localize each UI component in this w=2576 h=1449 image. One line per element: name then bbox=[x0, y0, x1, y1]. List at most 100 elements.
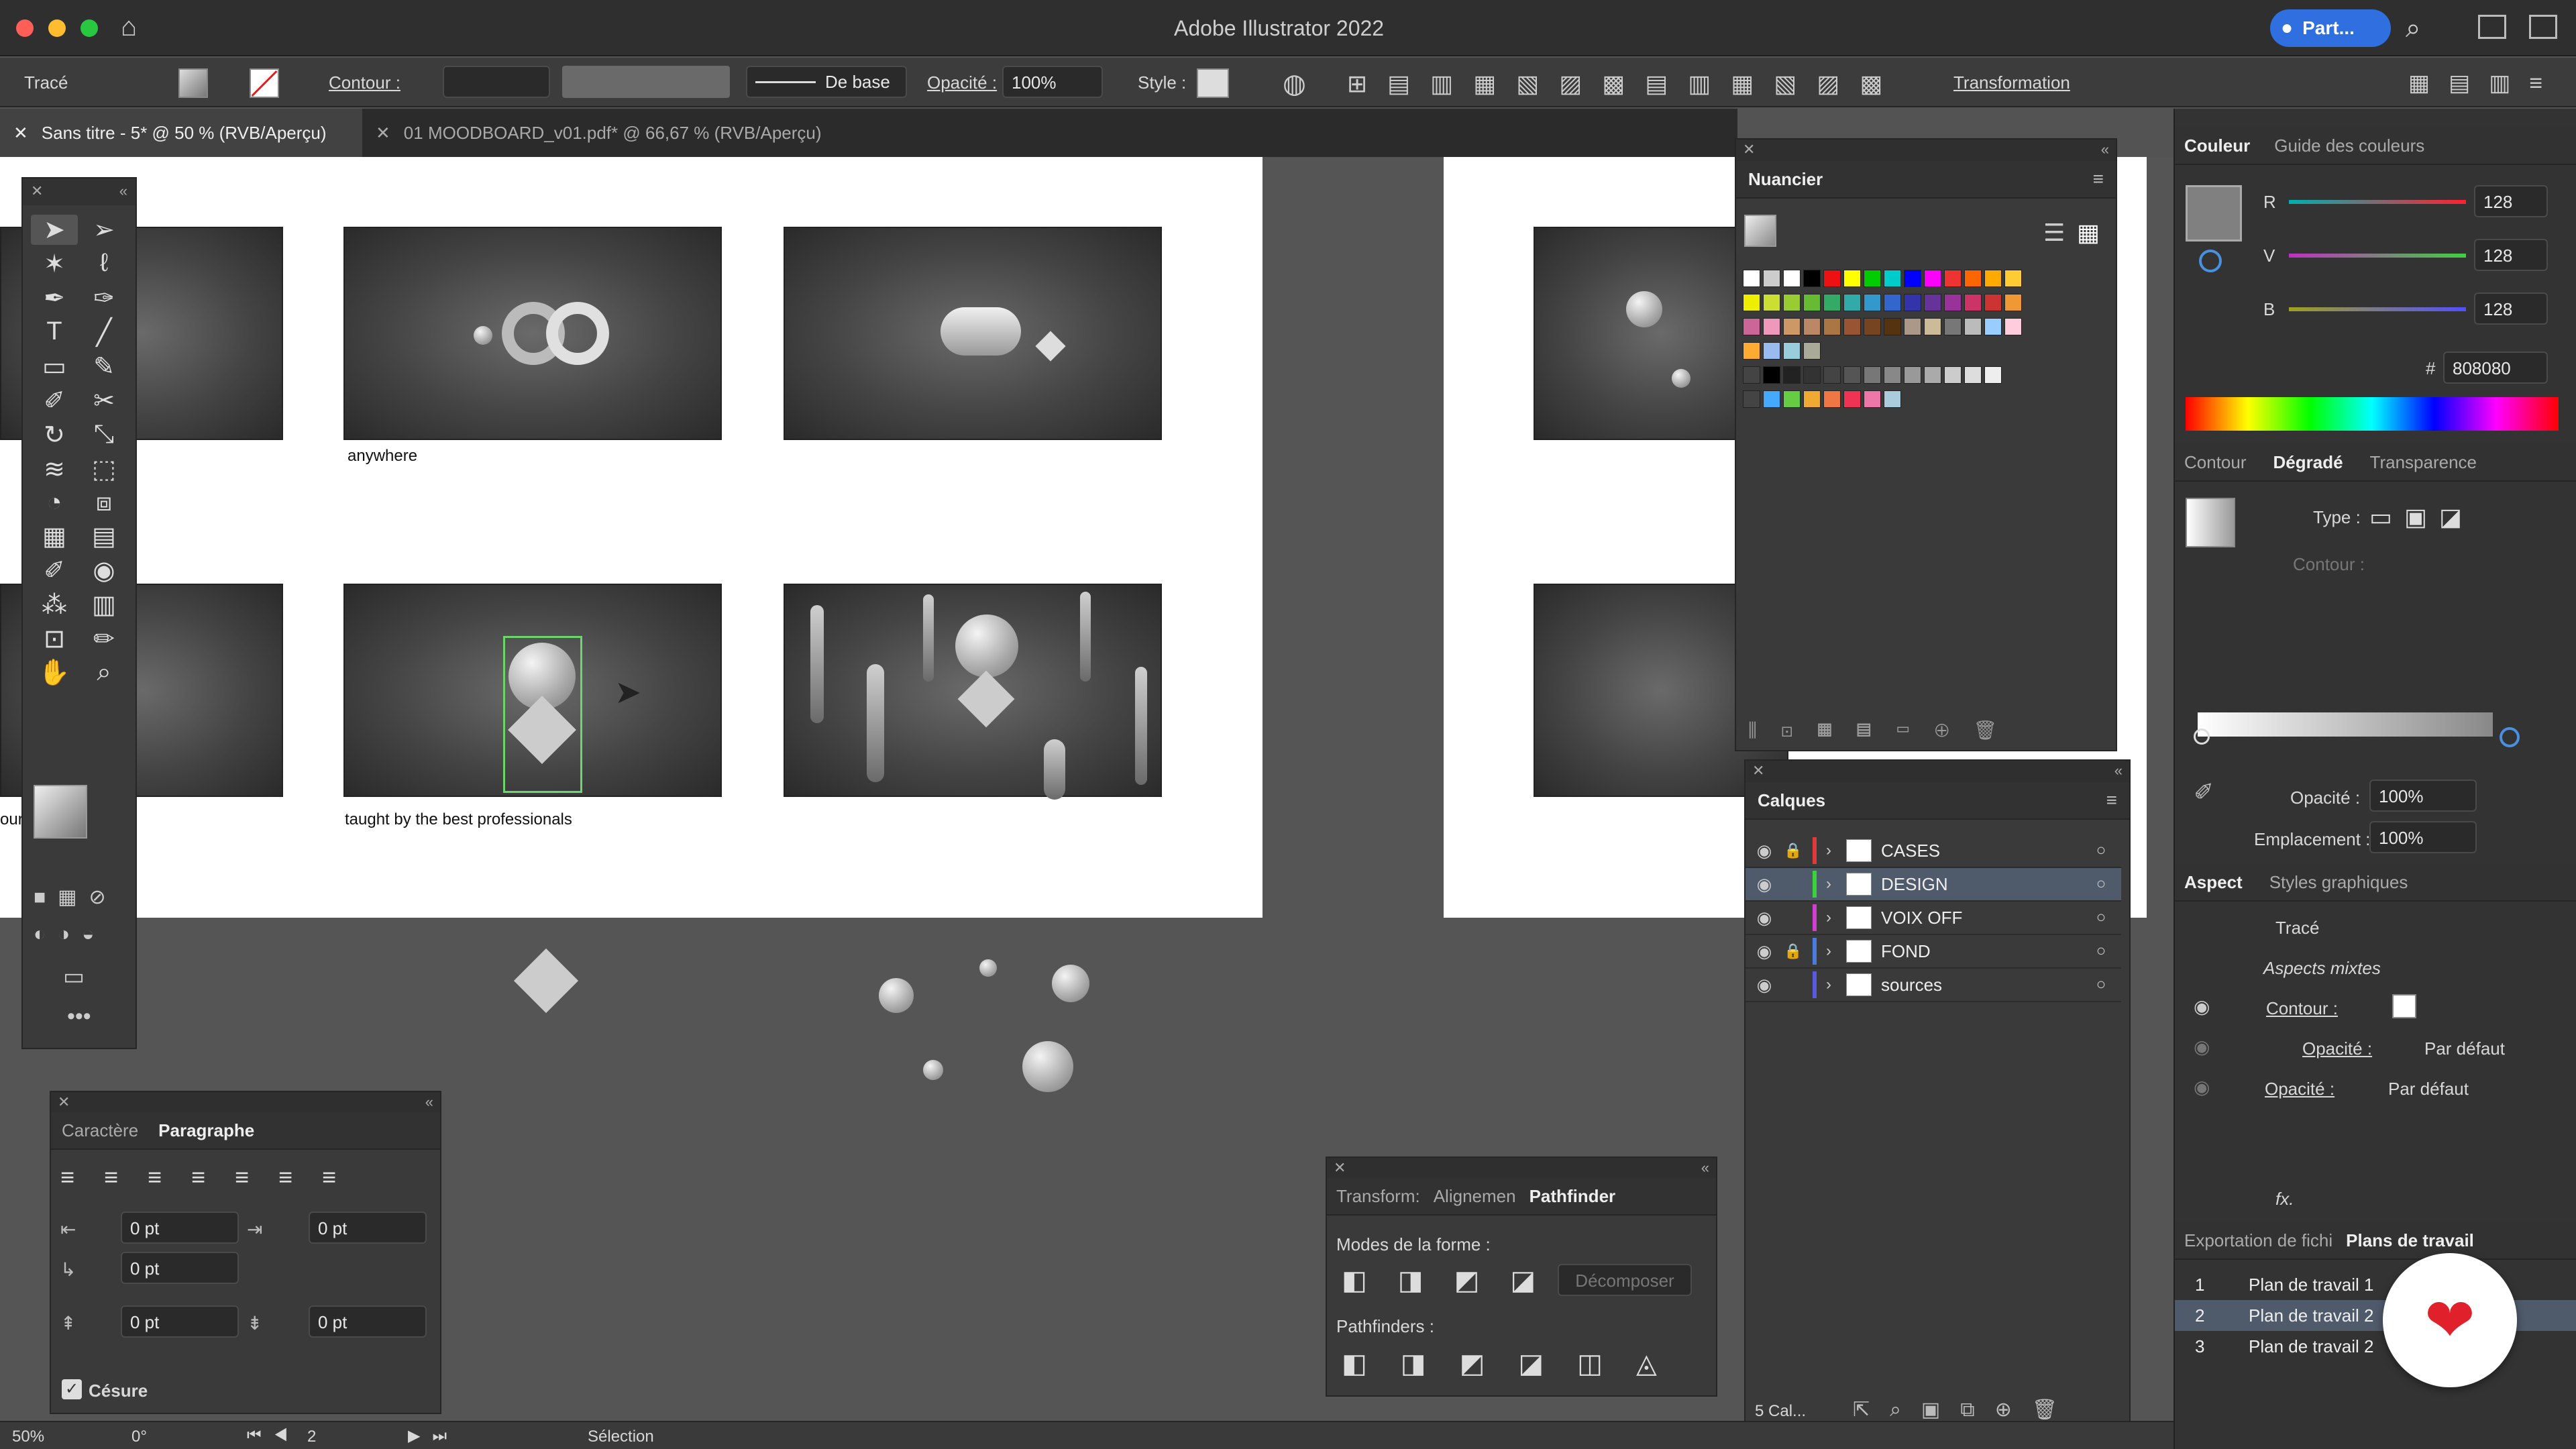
home-icon[interactable]: ⌂ bbox=[121, 12, 153, 44]
collapse-panel-icon[interactable]: « bbox=[2114, 762, 2123, 781]
tab-color[interactable]: Couleur bbox=[2184, 136, 2250, 156]
color-swatch[interactable] bbox=[1924, 366, 1941, 384]
mesh-tool-icon[interactable]: ▦ bbox=[31, 521, 78, 551]
thumbnail-2[interactable] bbox=[343, 227, 722, 440]
loose-diamond-shape[interactable] bbox=[513, 948, 579, 1014]
direct-selection-tool-icon[interactable]: ➢ bbox=[80, 215, 127, 245]
color-swatch[interactable] bbox=[1823, 318, 1841, 335]
color-swatch[interactable] bbox=[1783, 390, 1801, 408]
fill-swatch[interactable] bbox=[178, 68, 208, 98]
b-slider[interactable] bbox=[2289, 307, 2466, 311]
layer-row[interactable]: ◉ › VOIX OFF ○ bbox=[1746, 902, 2121, 935]
tab-moodboard[interactable]: ✕ 01 MOODBOARD_v01.pdf* @ 66,67 % (RVB/A… bbox=[362, 109, 845, 157]
fx-button[interactable]: fx. bbox=[2275, 1189, 2294, 1210]
color-swatch[interactable] bbox=[1843, 294, 1861, 311]
panel-menu-icon[interactable]: ≡ bbox=[2106, 790, 2117, 811]
lasso-tool-icon[interactable]: ℓ bbox=[80, 249, 127, 279]
v-field[interactable]: 128 bbox=[2474, 239, 2548, 271]
layer-name[interactable]: CASES bbox=[1881, 841, 2081, 861]
curvature-tool-icon[interactable]: ✑ bbox=[80, 283, 127, 313]
close-panel-icon[interactable]: ✕ bbox=[1334, 1159, 1346, 1177]
color-swatch[interactable] bbox=[1823, 270, 1841, 287]
first-line-indent-field[interactable]: 0 pt bbox=[121, 1252, 239, 1284]
layer-actions-icons[interactable]: ⇱⌕▣⧉⊕🗑 bbox=[1853, 1398, 2078, 1421]
artboard-name[interactable]: Plan de travail 2 bbox=[2215, 1336, 2373, 1357]
color-swatch[interactable] bbox=[1984, 366, 2002, 384]
color-swatch[interactable] bbox=[1864, 366, 1881, 384]
more-tools-icon[interactable]: ••• bbox=[67, 1004, 91, 1030]
color-swatch[interactable] bbox=[1924, 294, 1941, 311]
transform-link[interactable]: Transformation bbox=[1953, 72, 2070, 93]
color-swatch[interactable] bbox=[1763, 270, 1780, 287]
align-icons[interactable]: ⊞▤▥▦▧▨▩▤▥▦▧▨▩ bbox=[1347, 70, 1902, 98]
grid-view-icon[interactable]: ▦ bbox=[2077, 219, 2100, 247]
indent-left-field[interactable]: 0 pt bbox=[121, 1212, 239, 1244]
color-swatch[interactable] bbox=[1843, 366, 1861, 384]
color-swatch[interactable] bbox=[1864, 390, 1881, 408]
swatch-actions-icons[interactable]: ⫼⊡▦▤▭⊕🗑 bbox=[1748, 719, 2097, 742]
artboard-tool-icon[interactable]: ⊡ bbox=[31, 624, 78, 654]
expand-button[interactable]: Décomposer bbox=[1558, 1264, 1692, 1296]
gradient-slider[interactable] bbox=[2198, 712, 2493, 737]
loose-sphere[interactable] bbox=[1052, 965, 1089, 1002]
slice-tool-icon[interactable]: ✏ bbox=[80, 624, 127, 654]
shape-builder-tool-icon[interactable]: ◔ bbox=[31, 488, 78, 517]
target-circle-icon[interactable]: ○ bbox=[2081, 875, 2121, 894]
color-swatch[interactable] bbox=[1944, 318, 1962, 335]
close-window-button[interactable] bbox=[16, 19, 34, 37]
appearance-opacity-label-2[interactable]: Opacité : bbox=[2265, 1079, 2334, 1099]
color-swatch[interactable] bbox=[1964, 318, 1982, 335]
visibility-eye-icon[interactable]: ◉ bbox=[2194, 996, 2210, 1018]
artboard-row[interactable]: 1 Plan de travail 1 bbox=[2175, 1269, 2576, 1300]
gradient-stop-left[interactable] bbox=[2194, 729, 2210, 745]
rotate-tool-icon[interactable]: ↻ bbox=[31, 420, 78, 450]
tab-align[interactable]: Alignemen bbox=[1434, 1186, 1516, 1207]
tab-appearance[interactable]: Aspect bbox=[2184, 872, 2243, 893]
close-tab-icon[interactable]: ✕ bbox=[376, 123, 390, 144]
color-swatch[interactable] bbox=[1743, 366, 1760, 384]
tab-transform[interactable]: Transform: bbox=[1336, 1186, 1420, 1207]
color-swatch[interactable] bbox=[1984, 294, 2002, 311]
color-swatch[interactable] bbox=[1944, 294, 1962, 311]
gradient-preview[interactable] bbox=[2186, 498, 2235, 547]
appearance-opacity-label-1[interactable]: Opacité : bbox=[2302, 1038, 2372, 1059]
appearance-stroke-swatch[interactable] bbox=[2392, 994, 2416, 1018]
color-swatch[interactable] bbox=[1783, 342, 1801, 360]
color-swatch[interactable] bbox=[1803, 390, 1821, 408]
expand-chevron-icon[interactable]: › bbox=[1826, 908, 1846, 927]
target-circle-icon[interactable]: ○ bbox=[2081, 975, 2121, 994]
color-swatch[interactable] bbox=[1864, 294, 1881, 311]
color-swatch[interactable] bbox=[1964, 366, 1982, 384]
color-swatch[interactable] bbox=[1904, 270, 1921, 287]
tab-pathfinder[interactable]: Pathfinder bbox=[1529, 1186, 1616, 1207]
color-swatch[interactable] bbox=[1944, 366, 1962, 384]
color-swatch[interactable] bbox=[1924, 270, 1941, 287]
opacity-label[interactable]: Opacité : bbox=[927, 72, 997, 93]
visibility-eye-icon[interactable]: ◉ bbox=[1746, 908, 1783, 928]
color-swatch[interactable] bbox=[1864, 270, 1881, 287]
free-transform-tool-icon[interactable]: ⬚ bbox=[80, 454, 127, 484]
color-swatch[interactable] bbox=[1843, 318, 1861, 335]
pathfinder-buttons[interactable]: ◧◨◩◪◫◬ bbox=[1342, 1348, 1690, 1379]
blend-tool-icon[interactable]: ◉ bbox=[80, 555, 127, 586]
selection-bounding-box[interactable] bbox=[503, 636, 582, 793]
color-swatch[interactable] bbox=[1904, 318, 1921, 335]
color-swatch[interactable] bbox=[1803, 270, 1821, 287]
color-swatch[interactable] bbox=[1884, 294, 1901, 311]
color-swatch[interactable] bbox=[1803, 318, 1821, 335]
color-swatch[interactable] bbox=[1803, 366, 1821, 384]
layer-name[interactable]: sources bbox=[1881, 975, 2081, 996]
rectangle-tool-icon[interactable]: ▭ bbox=[31, 352, 78, 382]
indent-right-field[interactable]: 0 pt bbox=[309, 1212, 427, 1244]
r-slider[interactable] bbox=[2289, 200, 2466, 204]
color-swatch[interactable] bbox=[1743, 294, 1760, 311]
layer-name[interactable]: FOND bbox=[1881, 941, 2081, 962]
line-tool-icon[interactable]: ╱ bbox=[80, 317, 127, 347]
color-swatch[interactable] bbox=[1984, 270, 2002, 287]
graphic-style-swatch[interactable] bbox=[1197, 68, 1229, 98]
artboard-1[interactable]: anywhere ➤ taught by the best profession… bbox=[0, 157, 1263, 918]
tab-character[interactable]: Caractère bbox=[62, 1120, 138, 1141]
rotation-value[interactable]: 0° bbox=[131, 1428, 147, 1446]
collapse-panel-icon[interactable]: « bbox=[2101, 141, 2109, 160]
loose-sphere[interactable] bbox=[1022, 1041, 1073, 1092]
